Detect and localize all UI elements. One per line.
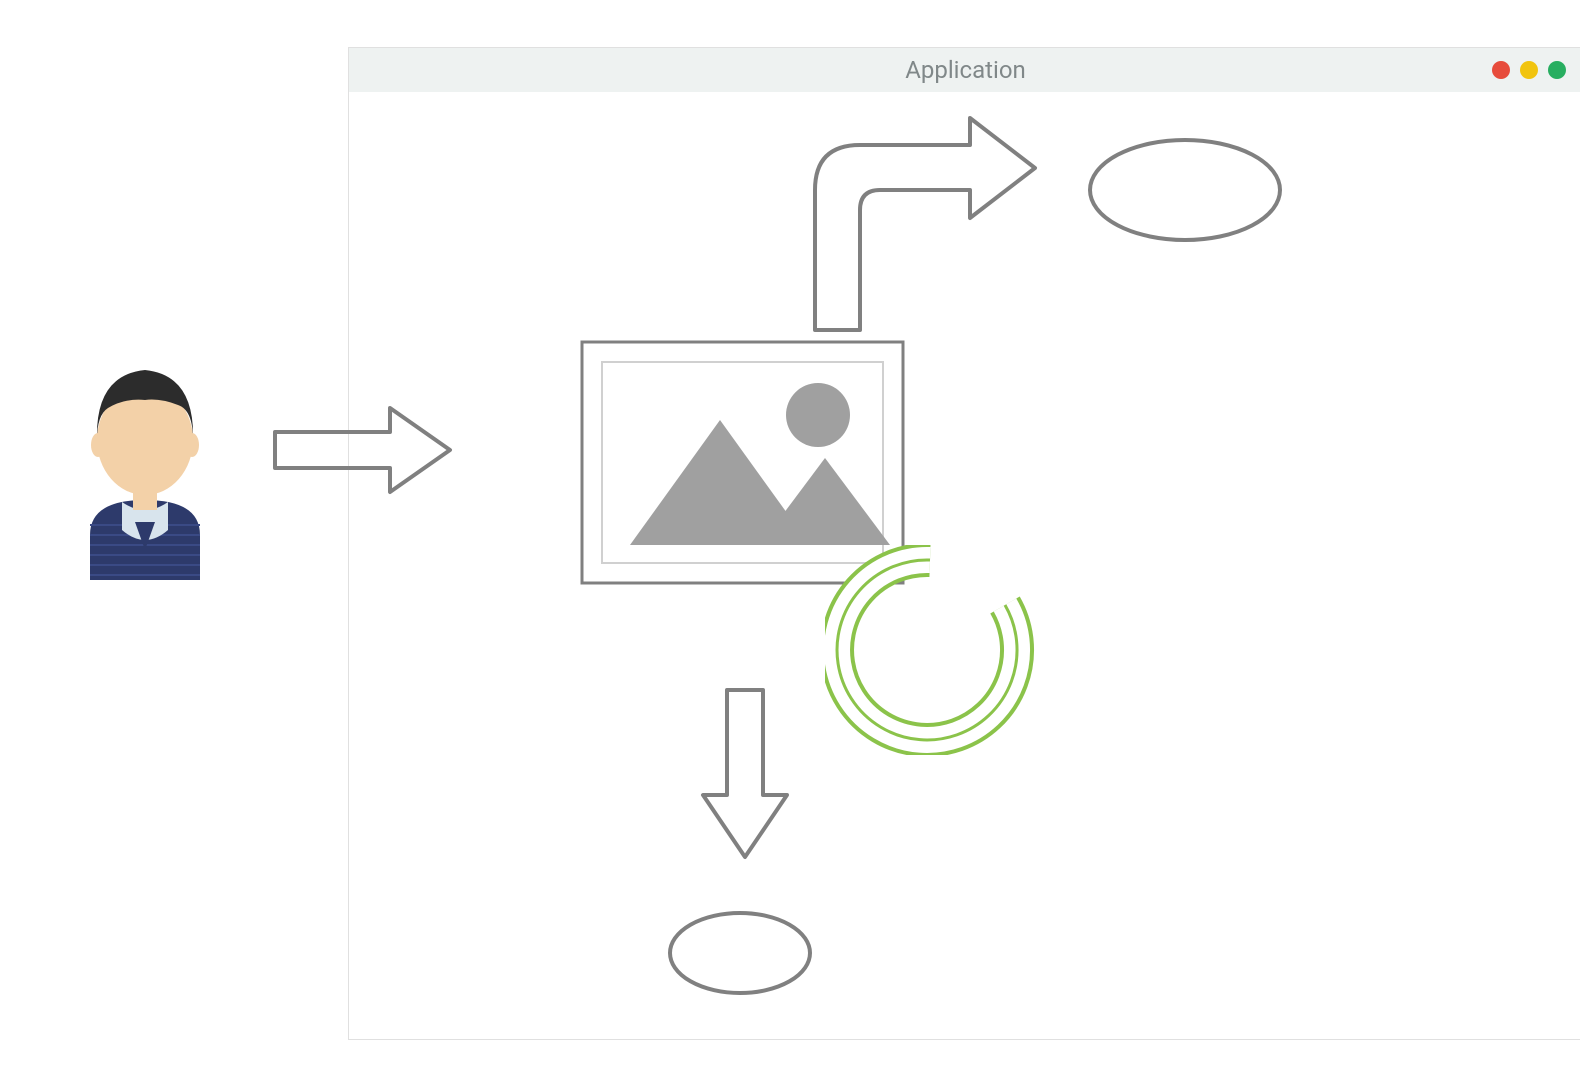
output-ellipse-bottom-icon bbox=[665, 908, 815, 1002]
window-titlebar: Application bbox=[349, 48, 1580, 92]
input-arrow-icon bbox=[270, 400, 460, 504]
close-dot-icon[interactable] bbox=[1492, 61, 1510, 79]
branch-up-arrow-icon bbox=[795, 110, 1045, 339]
minimize-dot-icon[interactable] bbox=[1520, 61, 1538, 79]
window-title: Application bbox=[905, 56, 1026, 84]
output-ellipse-top-icon bbox=[1085, 135, 1285, 249]
processing-spinner-icon bbox=[825, 545, 1035, 759]
branch-down-arrow-icon bbox=[695, 685, 795, 869]
maximize-dot-icon[interactable] bbox=[1548, 61, 1566, 79]
window-traffic-lights bbox=[1492, 61, 1566, 79]
diagram-canvas: Application bbox=[0, 0, 1580, 1080]
user-actor-icon bbox=[60, 350, 230, 584]
